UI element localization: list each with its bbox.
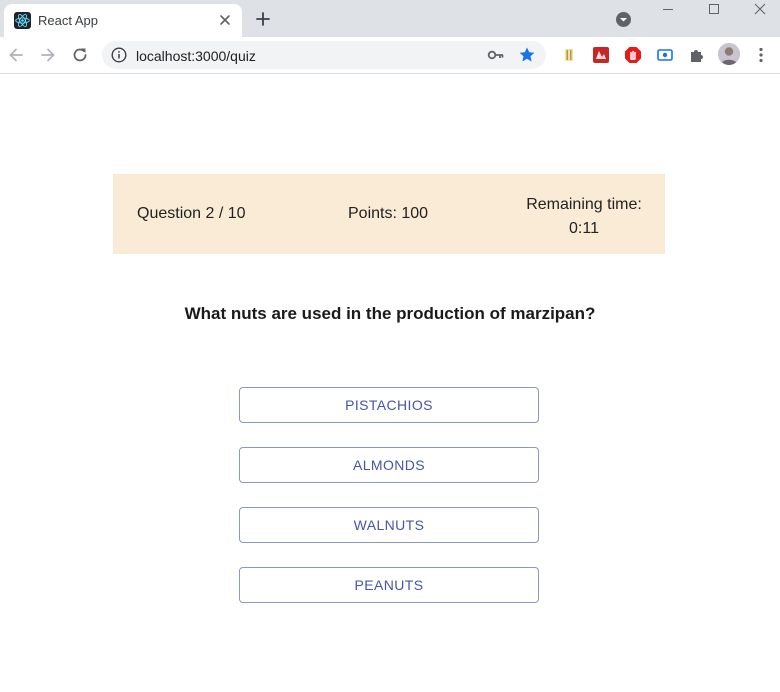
address-bar[interactable]: localhost:3000/quiz <box>102 41 546 69</box>
extension-red-puzzle-icon[interactable] <box>592 46 610 64</box>
url-text[interactable]: localhost:3000/quiz <box>136 48 256 64</box>
tab-react-app[interactable]: React App <box>4 4 242 37</box>
question-counter: Question 2 / 10 <box>137 205 246 222</box>
site-info-icon[interactable] <box>111 47 127 63</box>
minimize-icon[interactable] <box>645 0 691 22</box>
bookmark-star-icon[interactable] <box>518 46 536 64</box>
back-arrow-icon[interactable] <box>6 45 26 65</box>
key-icon[interactable] <box>487 47 505 63</box>
profile-avatar-icon[interactable] <box>718 43 740 65</box>
answer-button-pistachios[interactable]: PISTACHIOS <box>239 387 539 423</box>
answer-list: PISTACHIOS ALMONDS WALNUTS PEANUTS <box>239 387 539 627</box>
browser-window: React App localhost:3000/quiz Question 2… <box>0 0 780 692</box>
answer-button-peanuts[interactable]: PEANUTS <box>239 567 539 603</box>
close-tab-icon[interactable] <box>217 12 233 28</box>
maximize-icon[interactable] <box>691 0 737 22</box>
forward-arrow-icon[interactable] <box>38 45 58 65</box>
react-logo-icon <box>14 12 31 29</box>
adblock-hand-icon[interactable] <box>624 46 642 64</box>
browser-toolbar: localhost:3000/quiz <box>0 37 780 74</box>
extension-screen-icon[interactable] <box>656 46 674 64</box>
extensions-puzzle-icon[interactable] <box>688 46 706 64</box>
points-display: Points: 100 <box>348 205 429 222</box>
answer-button-almonds[interactable]: ALMONDS <box>239 447 539 483</box>
tab-title: React App <box>38 13 98 28</box>
tab-strip: React App <box>0 0 780 37</box>
reload-icon[interactable] <box>70 45 90 65</box>
tab-search-icon[interactable] <box>615 11 632 28</box>
remaining-time: Remaining time: 0:11 <box>513 193 655 241</box>
close-window-icon[interactable] <box>736 0 780 22</box>
question-text: What nuts are used in the production of … <box>184 304 596 323</box>
extension-bars-icon[interactable] <box>560 46 578 64</box>
score-bar: Question 2 / 10 Points: 100 Remaining ti… <box>113 174 665 254</box>
answer-button-walnuts[interactable]: WALNUTS <box>239 507 539 543</box>
new-tab-icon[interactable] <box>254 10 272 28</box>
quiz-page: Question 2 / 10 Points: 100 Remaining ti… <box>0 74 780 692</box>
more-menu-icon[interactable] <box>752 46 770 64</box>
remaining-time-value: 0:11 <box>569 220 599 237</box>
remaining-time-label: Remaining time: <box>526 196 642 213</box>
